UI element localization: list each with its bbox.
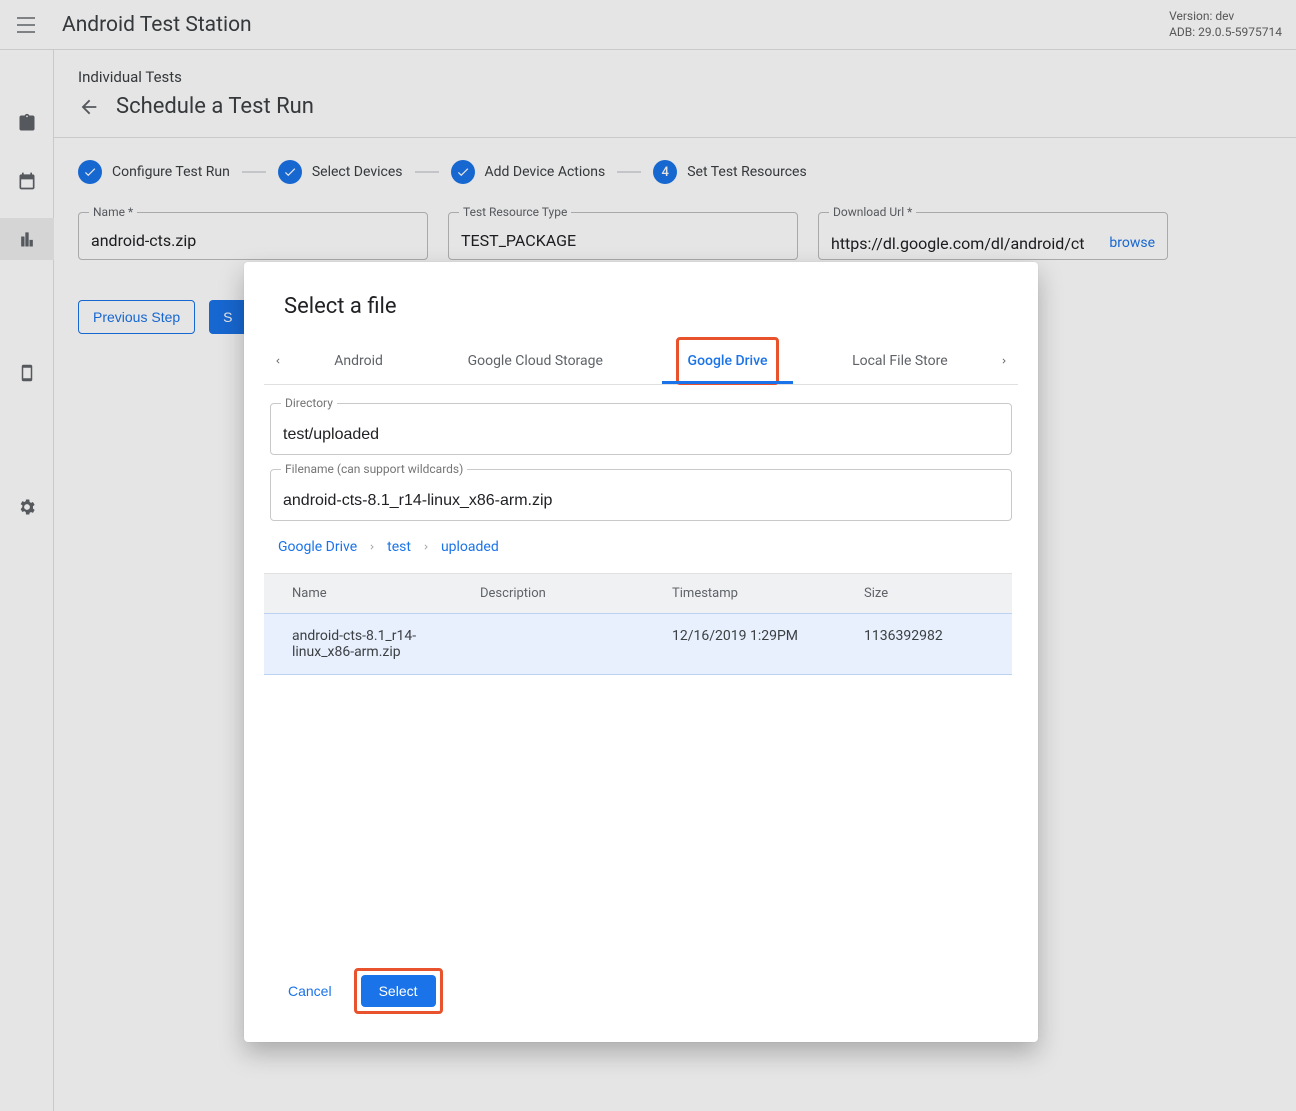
col-name: Name bbox=[292, 586, 480, 601]
field-label: Filename (can support wildcards) bbox=[281, 462, 467, 476]
file-table: Name Description Timestamp Size android-… bbox=[264, 573, 1012, 675]
crumb-test[interactable]: test bbox=[387, 539, 411, 555]
select-file-dialog: Select a file Android Google Cloud Stora… bbox=[244, 262, 1038, 1042]
col-timestamp: Timestamp bbox=[672, 586, 864, 601]
cell-timestamp: 12/16/2019 1:29PM bbox=[672, 628, 864, 660]
directory-input[interactable] bbox=[283, 426, 999, 444]
tab-google-drive[interactable]: Google Drive bbox=[678, 339, 778, 383]
crumb-uploaded[interactable]: uploaded bbox=[441, 539, 499, 555]
col-description: Description bbox=[480, 586, 672, 601]
chevron-right-icon bbox=[367, 541, 377, 553]
select-button[interactable]: Select bbox=[361, 975, 436, 1007]
table-header: Name Description Timestamp Size bbox=[264, 574, 1012, 613]
tab-gcs[interactable]: Google Cloud Storage bbox=[458, 339, 613, 383]
filename-field[interactable]: Filename (can support wildcards) bbox=[270, 469, 1012, 521]
tabs-next-icon[interactable] bbox=[990, 353, 1018, 369]
cell-name: android-cts-8.1_r14-linux_x86-arm.zip bbox=[292, 628, 480, 660]
field-label: Directory bbox=[281, 396, 337, 410]
tab-local-file-store[interactable]: Local File Store bbox=[842, 339, 958, 383]
select-button-highlight: Select bbox=[354, 968, 443, 1014]
path-breadcrumb: Google Drive test uploaded bbox=[270, 535, 1012, 559]
tabs-prev-icon[interactable] bbox=[264, 353, 292, 369]
cell-description bbox=[480, 628, 672, 660]
tab-bar: Android Google Cloud Storage Google Driv… bbox=[264, 337, 1018, 385]
table-row[interactable]: android-cts-8.1_r14-linux_x86-arm.zip 12… bbox=[264, 613, 1012, 675]
chevron-right-icon bbox=[421, 541, 431, 553]
crumb-root[interactable]: Google Drive bbox=[278, 539, 357, 555]
cancel-button[interactable]: Cancel bbox=[278, 975, 342, 1007]
directory-field[interactable]: Directory bbox=[270, 403, 1012, 455]
tab-android[interactable]: Android bbox=[324, 339, 393, 383]
cell-size: 1136392982 bbox=[864, 628, 984, 660]
filename-input[interactable] bbox=[283, 492, 999, 510]
dialog-title: Select a file bbox=[244, 262, 1038, 329]
col-size: Size bbox=[864, 586, 984, 601]
dialog-footer: Cancel Select bbox=[244, 968, 1038, 1042]
